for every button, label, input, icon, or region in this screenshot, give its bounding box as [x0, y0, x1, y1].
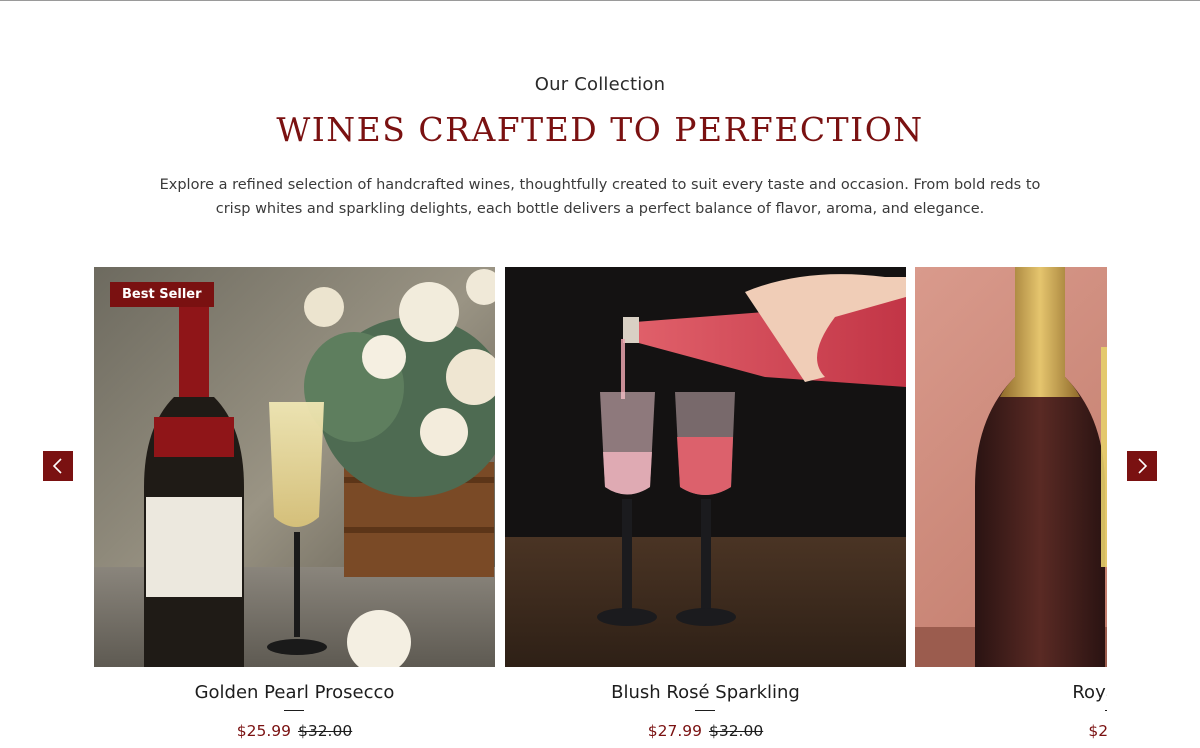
product-image[interactable] — [915, 267, 1107, 667]
product-name[interactable]: Golden Pearl Prosecco — [94, 682, 495, 703]
product-name[interactable]: Blush Rosé Sparkling — [505, 682, 906, 703]
best-seller-badge: Best Seller — [110, 282, 214, 307]
product-card[interactable]: Blush Rosé Sparkling $27.99 $32.00 — [505, 267, 906, 748]
intro-line: Explore a refined selection of handcraft… — [159, 177, 1041, 193]
product-image[interactable] — [505, 267, 906, 667]
product-price: $29.99 — [915, 722, 1107, 740]
product-price: $25.99 $32.00 — [94, 722, 495, 740]
original-price: $32.00 — [708, 722, 764, 740]
original-price: $32.00 — [297, 722, 353, 740]
sale-price: $25.99 — [236, 722, 292, 740]
sale-price: $27.99 — [647, 722, 703, 740]
product-card[interactable]: Royal Bru $29.99 — [915, 267, 1107, 748]
name-divider — [1105, 710, 1107, 711]
header-divider — [0, 0, 1200, 1]
intro-line: crisp whites and sparkling delights, eac… — [215, 201, 985, 217]
chevron-left-icon — [52, 458, 62, 474]
product-carousel: Best Seller Golden Pearl Prosecco $25.99… — [94, 267, 1107, 748]
carousel-prev-button[interactable] — [43, 451, 73, 481]
product-name[interactable]: Royal Bru — [915, 682, 1107, 703]
carousel-next-button[interactable] — [1127, 451, 1157, 481]
chevron-right-icon — [1138, 458, 1148, 474]
product-price: $27.99 $32.00 — [505, 722, 906, 740]
product-image[interactable]: Best Seller — [94, 267, 495, 667]
sale-price: $29.99 — [1088, 722, 1107, 740]
name-divider — [284, 710, 304, 711]
section-heading: WINES CRAFTED TO PERFECTION — [276, 110, 924, 149]
section-eyebrow: Our Collection — [534, 74, 666, 95]
name-divider — [695, 710, 715, 711]
product-card[interactable]: Best Seller Golden Pearl Prosecco $25.99… — [94, 267, 495, 748]
section-intro: Explore a refined selection of handcraft… — [140, 173, 1060, 221]
